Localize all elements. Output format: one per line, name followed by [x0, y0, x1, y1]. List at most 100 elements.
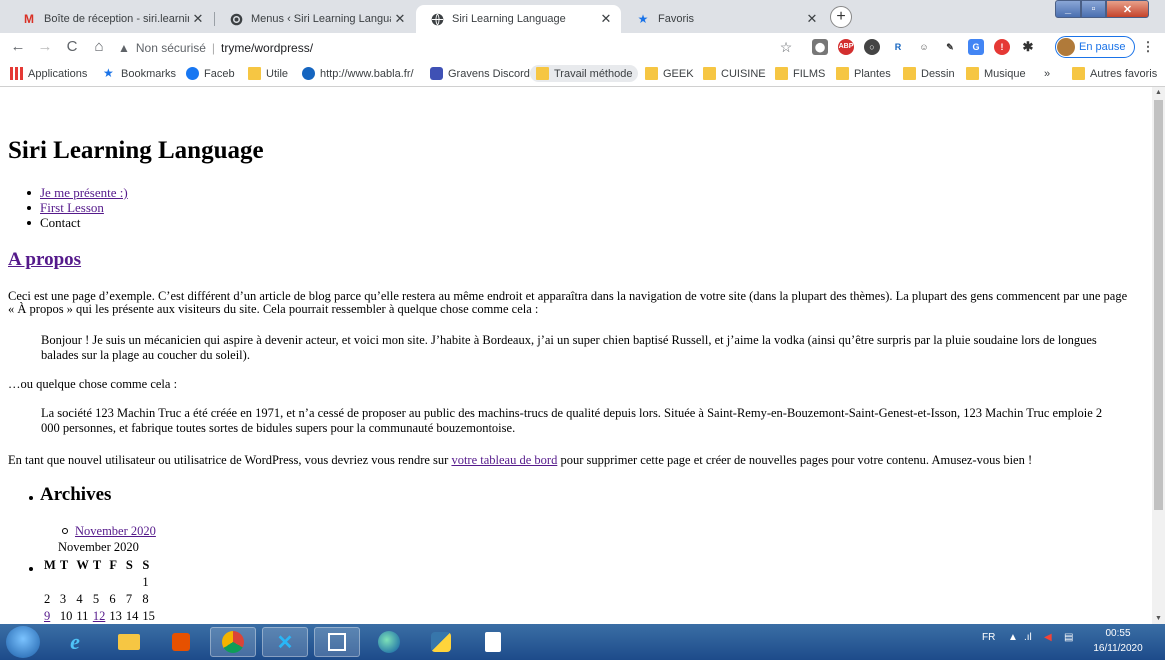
scroll-up-icon[interactable]: ▲ — [1152, 89, 1165, 96]
bookmark-cuisine[interactable]: CUISINE — [703, 65, 766, 82]
tab-menus[interactable]: Menus ‹ Siri Learning Language ✕ — [215, 5, 415, 33]
bookmark-label: Gravens Discord — [448, 67, 530, 80]
star-icon[interactable]: ☆ — [776, 37, 796, 57]
reload-button[interactable]: C — [62, 37, 82, 57]
extension-icon[interactable]: ☺ — [916, 39, 932, 55]
extension-icon[interactable]: R — [890, 39, 906, 55]
folder-icon — [248, 67, 261, 80]
tab-favoris[interactable]: ★ Favoris ✕ — [622, 5, 827, 33]
archive-link[interactable]: November 2020 — [75, 524, 156, 539]
profile-button[interactable]: En pause — [1055, 36, 1136, 58]
adblock-icon[interactable]: ABP — [838, 39, 854, 55]
bookmark-films[interactable]: FILMS — [775, 65, 825, 82]
menu-item: First Lesson — [27, 200, 128, 215]
bookmark-label: Musique — [984, 67, 1026, 80]
calendar-week-row: 2 3 4 5 6 7 8 — [42, 591, 157, 608]
globe-icon — [430, 12, 444, 26]
menu-link-presente[interactable]: Je me présente :) — [40, 185, 128, 200]
language-indicator[interactable]: FR — [982, 632, 995, 643]
calendar-day-link[interactable]: 9 — [44, 609, 50, 623]
tab-gmail[interactable]: M Boîte de réception - siri.learning.l ✕ — [8, 5, 213, 33]
bookmark-bookmarks[interactable]: ★ Bookmarks — [103, 65, 176, 82]
calendar-day: 13 — [109, 609, 122, 623]
extension-icon[interactable]: ○ — [864, 39, 880, 55]
bookmark-gravens-discord[interactable]: Gravens Discord — [430, 65, 530, 82]
vertical-scrollbar[interactable]: ▲ ▼ — [1152, 87, 1165, 624]
close-icon[interactable]: ✕ — [803, 11, 821, 27]
network-icon[interactable]: ▤ — [1064, 632, 1073, 643]
maximize-button[interactable]: ▫ — [1081, 0, 1106, 18]
scroll-down-icon[interactable]: ▼ — [1152, 615, 1165, 622]
translate-icon[interactable]: G — [968, 39, 984, 55]
forward-button[interactable]: → — [35, 37, 55, 57]
minimize-button[interactable]: _ — [1055, 0, 1081, 18]
edge-icon[interactable] — [366, 627, 412, 657]
quote-2: La société 123 Machin Truc a été créée e… — [41, 406, 1103, 435]
extension-icon[interactable]: ⬤ — [812, 39, 828, 55]
vscode-icon[interactable]: ✕ — [262, 627, 308, 657]
calendar-day: 12 — [91, 608, 108, 624]
bookmark-label: Bookmarks — [121, 67, 177, 80]
extension-icon[interactable]: ! — [994, 39, 1010, 55]
calendar-day: 4 — [76, 592, 83, 606]
bookmark-travail-methode[interactable]: Travail méthode — [530, 65, 639, 82]
bookmark-applications[interactable]: Applications — [10, 65, 87, 82]
gmail-icon: M — [24, 12, 34, 26]
bookmark-faceb[interactable]: Faceb — [186, 65, 235, 82]
outro-text: pour supprimer cette page et créer de no… — [557, 453, 1033, 467]
bookmark-geek[interactable]: GEEK — [645, 65, 694, 82]
address-bar[interactable]: ▲ Non sécurisé | tryme/wordpress/ — [112, 36, 802, 60]
list-bullet — [29, 567, 33, 571]
bookmark-utile[interactable]: Utile — [248, 65, 288, 82]
bookmark-musique[interactable]: Musique — [966, 65, 1026, 82]
weekday-header: M — [44, 558, 56, 572]
calendar-day: 3 — [59, 592, 67, 606]
close-icon[interactable]: ✕ — [189, 11, 207, 27]
dashboard-link[interactable]: votre tableau de bord — [451, 453, 557, 467]
close-icon[interactable]: ✕ — [391, 11, 409, 27]
folder-icon — [1072, 67, 1085, 80]
calendar-day: 15 — [142, 609, 155, 623]
calendar-day-link[interactable]: 12 — [93, 609, 106, 623]
close-icon[interactable]: ✕ — [597, 11, 615, 27]
back-button[interactable]: ← — [8, 37, 28, 57]
calendar-day: 7 — [125, 592, 133, 606]
menu-icon[interactable]: ⋮ — [1140, 39, 1156, 55]
bookmark-dessin[interactable]: Dessin — [903, 65, 955, 82]
app-icon[interactable] — [314, 627, 360, 657]
start-button[interactable] — [6, 626, 40, 658]
chrome-icon[interactable] — [210, 627, 256, 657]
outro-text: En tant que nouvel utilisateur ou utilis… — [8, 453, 452, 467]
chevron-up-icon[interactable]: ▲ — [1008, 632, 1018, 643]
page-title-link[interactable]: A propos — [8, 249, 81, 270]
warning-icon: ▲ — [118, 41, 130, 55]
media-player-icon[interactable] — [158, 627, 204, 657]
python-icon[interactable] — [418, 627, 464, 657]
internet-explorer-icon[interactable]: e — [52, 627, 98, 657]
menu-item: Contact — [27, 215, 128, 230]
list-bullet — [29, 496, 33, 500]
signal-icon[interactable]: .ıl — [1024, 632, 1032, 643]
menu-item: Je me présente :) — [27, 185, 128, 200]
new-tab-button[interactable]: + — [830, 6, 852, 28]
menu-link-first-lesson[interactable]: First Lesson — [40, 200, 104, 215]
tab-label: Menus ‹ Siri Learning Language — [251, 13, 391, 25]
file-explorer-icon[interactable] — [106, 627, 152, 657]
bookmark-label: Applications — [28, 67, 88, 80]
home-button[interactable]: ⌂ — [89, 37, 109, 57]
scrollbar-thumb[interactable] — [1154, 100, 1163, 510]
weekday-header: T — [92, 558, 102, 572]
tab-site[interactable]: Siri Learning Language ✕ — [416, 5, 621, 33]
python-file-icon[interactable] — [470, 627, 516, 657]
bookmark-plantes[interactable]: Plantes — [836, 65, 891, 82]
bookmark-babla[interactable]: http://www.babla.fr/ — [302, 65, 414, 82]
calendar-day — [91, 574, 108, 591]
more-bookmarks-button[interactable]: » — [1044, 65, 1050, 82]
close-window-button[interactable]: ✕ — [1106, 0, 1149, 18]
puzzle-icon[interactable]: ✱ — [1020, 39, 1036, 55]
folder-icon — [903, 67, 916, 80]
pin-icon[interactable]: ✎ — [942, 39, 958, 55]
system-clock[interactable]: 00:55 16/11/2020 — [1092, 626, 1144, 656]
volume-icon[interactable]: ◀ — [1044, 632, 1052, 643]
bookmark-autres-favoris[interactable]: Autres favoris — [1072, 65, 1157, 82]
